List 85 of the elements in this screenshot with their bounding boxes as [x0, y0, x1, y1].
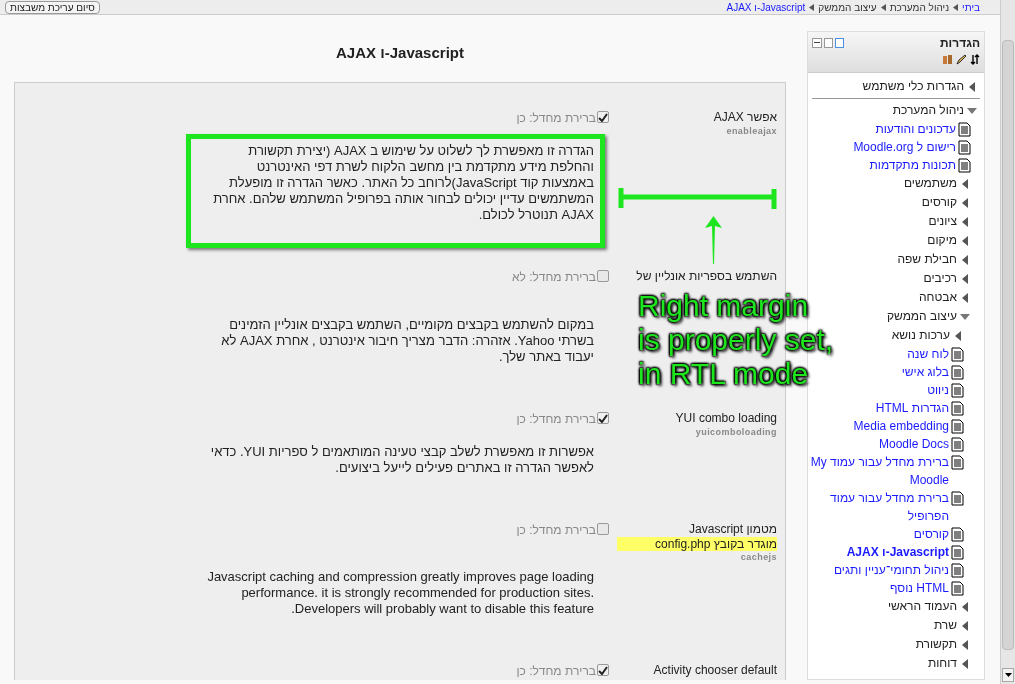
- tree-folder[interactable]: דוחות: [927, 654, 957, 673]
- breadcrumb-link[interactable]: ניהול המערכת: [889, 0, 950, 15]
- document-icon: [951, 399, 964, 416]
- tree-folder[interactable]: עיצוב הממשק: [886, 307, 957, 326]
- up-arrow: [705, 216, 722, 264]
- document-icon: [951, 417, 964, 434]
- scroll-down-icon[interactable]: [1002, 668, 1014, 682]
- edit-icon[interactable]: [956, 54, 967, 65]
- tree-folder[interactable]: תקשורת: [915, 635, 957, 654]
- checkbox[interactable]: [597, 270, 609, 282]
- breadcrumb-separator-icon: [809, 3, 815, 11]
- tree-folder[interactable]: מיקום: [927, 231, 957, 250]
- setting-description: הגדרה זו מאפשרת לך לשלוט על שימוש ב AJAX (יצירת תקשורת והחלפת מידע מתקדמת בין מחשב הלקוח לשרת דפי האינטרנט באמצעות קוד JavaScript)לרוחב כל האתר. כאשר הגדרה זו מופעלת המשתמשים עדיין יכולים לבחור אותה בפרופיל המשתמש שלהם. אחרת AJAX תנוטרל לכולם.: [212, 143, 594, 223]
- default-value: ברירת מחדל: לא: [511, 270, 596, 284]
- page-title: Javascript-ו AJAX: [335, 43, 465, 62]
- checkbox[interactable]: [597, 664, 609, 676]
- move-icon[interactable]: [970, 54, 980, 65]
- document-icon: [951, 525, 964, 542]
- tree-folder[interactable]: משתמשים: [903, 174, 957, 193]
- breadcrumb-link[interactable]: עיצוב הממשק: [818, 0, 877, 15]
- collapse-icon[interactable]: [812, 38, 822, 48]
- breadcrumb-separator-icon: [880, 3, 886, 11]
- tree-link[interactable]: קורסים: [913, 525, 949, 543]
- setting-key: enableajax: [726, 125, 777, 137]
- breadcrumb-link[interactable]: Javascript-ו AJAX: [726, 0, 806, 15]
- finish-editing-button[interactable]: סיום עריכת משבצות: [5, 0, 100, 14]
- setting-key: cachejs: [740, 551, 777, 563]
- tree-folder[interactable]: העמוד הראשי: [887, 597, 957, 616]
- tree-folder[interactable]: קורסים: [921, 193, 957, 212]
- tree-folder[interactable]: רכיבים: [923, 269, 957, 288]
- breadcrumb-separator-icon: [953, 3, 959, 11]
- document-icon: [958, 120, 971, 137]
- tree-link[interactable]: ברירת מחדל עבור עמוד My Moodle: [809, 453, 949, 489]
- setting-label: מטמון Javascript: [689, 521, 777, 537]
- document-icon: [951, 453, 964, 470]
- checkbox[interactable]: [597, 111, 609, 123]
- document-icon: [951, 363, 964, 380]
- setting-label: השתמש בספריות אונליין של: [636, 268, 777, 284]
- tree-link[interactable]: Moodle Docs: [878, 435, 949, 453]
- tree-folder[interactable]: ערכות נושא: [891, 326, 950, 345]
- config-note: מוגדר בקובץ config.php: [617, 537, 777, 551]
- tree-folder[interactable]: חבילת שפה: [897, 250, 957, 269]
- setting-description: במקום להשתמש בקבצים מקומיים, השתמש בקבצים אונליין הזמינים בשרתי Yahoo. אזהרה: הדבר מצריך חיבור אינטרנט , אחרת AJAX לא יעבוד באתר שלך.: [220, 317, 594, 365]
- tree-folder[interactable]: אבטחה: [918, 288, 957, 307]
- checkbox[interactable]: [597, 412, 609, 424]
- tree-link[interactable]: הגדרות HTML: [875, 399, 949, 417]
- setting-description: אפשרות זו מאפשרת לשלב קבצי טעינה המותאמים ל ספריות YUI. כדאי לאפשר הגדרה זו באתרים פעילים לייעל ביצועים.: [209, 444, 594, 476]
- tree-link[interactable]: רישום ל Moodle.org: [853, 138, 956, 156]
- setting-label: Activity chooser default: [653, 662, 777, 678]
- default-value: ברירת מחדל: כן: [516, 111, 596, 125]
- document-icon: [951, 381, 964, 398]
- tree-link[interactable]: בלוג אישי: [901, 363, 949, 381]
- annotation-text: Right margin is properly set, in RTL mode: [638, 289, 834, 391]
- document-icon: [951, 561, 964, 578]
- default-value: ברירת מחדל: כן: [516, 412, 596, 426]
- tree-link[interactable]: עדכונים והודעות: [875, 120, 956, 138]
- document-icon: [951, 345, 964, 362]
- document-icon: [951, 579, 964, 596]
- document-icon: [951, 489, 964, 506]
- scrollbar[interactable]: [1000, 0, 1015, 684]
- tree-link[interactable]: ניהול תחומי־עניין ותגים: [833, 561, 949, 579]
- setting-label: אפשר AJAX: [713, 109, 777, 125]
- tree-folder[interactable]: ציונים: [928, 212, 957, 231]
- setting-label: YUI combo loading: [675, 410, 777, 426]
- setting-description: Javascript caching and compression greatly improves page loading performance. it is strongly recommended for production sites. Developers will probably want to disable this feature.: [206, 569, 594, 617]
- tree-link[interactable]: ניווט: [927, 381, 949, 399]
- checkbox[interactable]: [597, 523, 609, 535]
- document-icon: [951, 543, 964, 560]
- document-icon: [958, 138, 971, 155]
- document-icon: [958, 156, 971, 173]
- tree-link[interactable]: ברירת מחדל עבור עמוד הפרופיל: [809, 489, 949, 525]
- tree-link[interactable]: HTML נוסף: [889, 579, 949, 597]
- tree-folder[interactable]: שרת: [933, 616, 957, 635]
- tree-link[interactable]: תכונות מתקדמות: [869, 156, 956, 174]
- default-value: ברירת מחדל: כן: [516, 664, 596, 678]
- document-icon: [951, 435, 964, 452]
- tree-folder[interactable]: הגדרות כלי משתמש: [862, 77, 964, 96]
- block-title: הגדרות: [940, 35, 980, 52]
- tree-link[interactable]: Media embedding: [853, 417, 949, 435]
- breadcrumb-link[interactable]: ביתי: [962, 0, 980, 15]
- tree-link[interactable]: Javascript-ו AJAX: [846, 543, 949, 561]
- tree-link[interactable]: לוח שנה: [907, 345, 949, 363]
- default-value: ברירת מחדל: כן: [516, 523, 596, 537]
- tree-folder[interactable]: ניהול המערכת: [892, 101, 964, 120]
- setting-key: yuicomboloading: [695, 426, 777, 438]
